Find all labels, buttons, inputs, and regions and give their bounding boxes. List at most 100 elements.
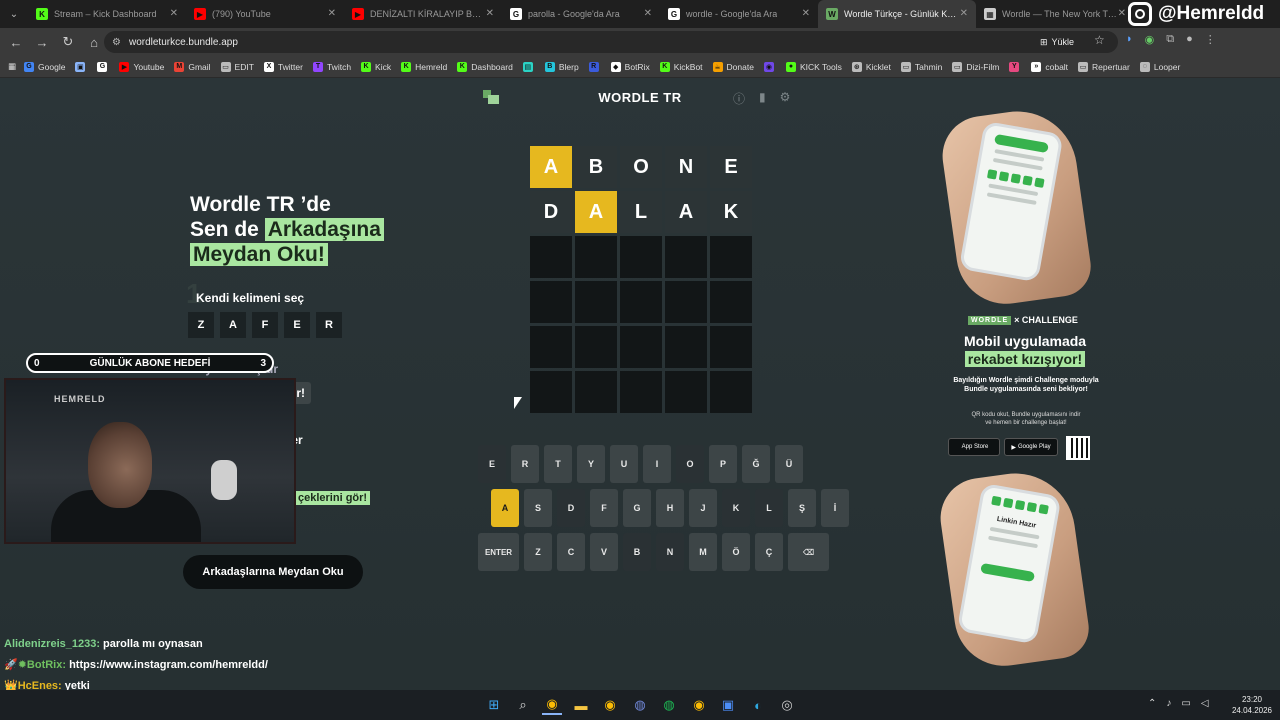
bookmark-item[interactable]: ☕ Donate xyxy=(712,61,754,72)
keyboard-key[interactable]: Ç xyxy=(755,533,783,571)
tab-close-icon[interactable]: ✕ xyxy=(1118,8,1126,19)
system-clock[interactable]: 23:20 24.04.2026 xyxy=(1224,694,1280,716)
search-icon[interactable]: ⌕ xyxy=(513,695,533,715)
extension-icon[interactable]: ◗ xyxy=(1126,33,1133,46)
file-explorer-icon[interactable]: ▬ xyxy=(571,695,591,715)
bookmark-item[interactable]: G xyxy=(97,61,111,72)
back-icon[interactable]: ← xyxy=(4,35,28,50)
keyboard-key[interactable]: I xyxy=(643,445,671,483)
challenge-friends-button[interactable]: Arkadaşlarına Meydan Oku xyxy=(183,555,363,589)
bookmark-item[interactable]: R xyxy=(588,61,603,72)
bookmark-item[interactable]: ▭ Tahmin xyxy=(900,61,942,72)
chrome-icon[interactable]: ◉ xyxy=(542,695,562,715)
keyboard-key[interactable]: Ğ xyxy=(742,445,770,483)
tab-close-icon[interactable]: ✕ xyxy=(644,8,652,19)
keyboard-key[interactable]: Ü xyxy=(775,445,803,483)
keyboard-key[interactable]: O xyxy=(676,445,704,483)
bookmark-item[interactable]: ▭ Dizi-Film xyxy=(952,61,999,72)
spotify-icon[interactable]: ◍ xyxy=(659,695,679,715)
app-icon[interactable]: ▣ xyxy=(718,695,738,715)
windows-start-icon[interactable]: ⊞ xyxy=(484,695,504,715)
volume-icon[interactable]: ◁ xyxy=(1201,698,1209,709)
info-icon[interactable]: ⓘ xyxy=(733,90,745,107)
tab-close-icon[interactable]: ✕ xyxy=(960,8,968,19)
microphone-icon[interactable]: ♪ xyxy=(1166,698,1171,709)
bookmark-item[interactable]: ◉ xyxy=(763,61,778,72)
bookmark-item[interactable]: K Kick xyxy=(361,61,391,72)
home-icon[interactable]: ⌂ xyxy=(82,35,106,50)
keyboard-key[interactable]: Y xyxy=(577,445,605,483)
reload-icon[interactable]: ↻ xyxy=(56,34,80,50)
browser-tab[interactable]: ▶ (790) YouTube ✕ xyxy=(186,0,344,28)
bookmark-item[interactable]: G Google xyxy=(24,61,65,72)
profile-avatar-icon[interactable]: ● xyxy=(1186,33,1193,46)
keyboard-key[interactable]: V xyxy=(590,533,618,571)
tab-close-icon[interactable]: ✕ xyxy=(486,8,494,19)
site-info-icon[interactable]: ⚙ xyxy=(112,37,121,48)
bookmark-item[interactable]: M Gmail xyxy=(174,61,211,72)
app-store-button[interactable]: App Store xyxy=(948,438,1000,456)
install-app-button[interactable]: ⊞ Yükle xyxy=(1040,31,1074,53)
bookmark-item[interactable]: Y xyxy=(1009,61,1023,72)
keyboard-key[interactable]: H xyxy=(656,489,684,527)
bookmark-item[interactable]: ● KICK Tools xyxy=(785,61,842,72)
chrome-icon[interactable]: ◉ xyxy=(689,695,709,715)
bookmark-item[interactable]: X Twitter xyxy=(263,61,303,72)
extension-icon[interactable]: ◉ xyxy=(1145,33,1155,46)
keyboard-key[interactable]: T xyxy=(544,445,572,483)
keyboard-key[interactable]: L xyxy=(755,489,783,527)
obs-icon[interactable]: ◎ xyxy=(777,695,797,715)
stats-chart-icon[interactable]: ▮ xyxy=(759,90,766,107)
discord-icon[interactable]: ◍ xyxy=(630,695,650,715)
edge-icon[interactable]: ◐ xyxy=(748,695,768,715)
keyboard-key[interactable]: D xyxy=(557,489,585,527)
keyboard-key[interactable]: Ş xyxy=(788,489,816,527)
bookmark-item[interactable]: » cobalt xyxy=(1031,61,1068,72)
keyboard-key[interactable]: S xyxy=(524,489,552,527)
wordle-logo-icon[interactable] xyxy=(483,90,499,104)
keyboard-key[interactable]: R xyxy=(511,445,539,483)
bookmark-item[interactable]: ▤ xyxy=(522,61,537,72)
keyboard-key[interactable]: P xyxy=(709,445,737,483)
keyboard-key[interactable]: F xyxy=(590,489,618,527)
bookmark-item[interactable]: K Dashboard xyxy=(457,61,513,72)
bookmark-item[interactable]: ⊛ Kicklet xyxy=(851,61,891,72)
settings-gear-icon[interactable]: ⚙ xyxy=(780,90,791,107)
keyboard-key[interactable]: A xyxy=(491,489,519,527)
keyboard-key[interactable]: M xyxy=(689,533,717,571)
bookmark-item[interactable]: ◆ BotRix xyxy=(610,61,650,72)
browser-tab[interactable]: W Wordle Türkçe - Günlük Kelime ✕ xyxy=(818,0,976,28)
bookmark-item[interactable]: K KickBot xyxy=(659,61,703,72)
browser-tab[interactable]: ▦ Wordle — The New York Times ✕ xyxy=(976,0,1134,28)
chrome-icon[interactable]: ◉ xyxy=(600,695,620,715)
backspace-key[interactable]: ⌫ xyxy=(788,533,829,571)
chevron-up-icon[interactable]: ⌃ xyxy=(1148,698,1156,709)
forward-icon[interactable]: → xyxy=(30,35,54,50)
browser-tab[interactable]: Gparolla - Google'da Ara ✕ xyxy=(502,0,660,28)
bookmark-item[interactable]: ◌ Looper xyxy=(1139,61,1180,72)
bookmark-item[interactable]: K Hemreld xyxy=(401,61,447,72)
keyboard-key[interactable]: K xyxy=(722,489,750,527)
keyboard-key[interactable]: U xyxy=(610,445,638,483)
keyboard-key[interactable]: C xyxy=(557,533,585,571)
keyboard-key[interactable]: E xyxy=(478,445,506,483)
keyboard-key[interactable]: İ xyxy=(821,489,849,527)
bookmark-item[interactable]: B Blerp xyxy=(544,61,579,72)
bookmark-item[interactable]: ▶ Youtube xyxy=(119,61,164,72)
bookmark-item[interactable]: T Twitch xyxy=(312,61,351,72)
browser-tab[interactable]: K Stream – Kick Dashboard ✕ xyxy=(28,0,186,28)
keyboard-key[interactable]: J xyxy=(689,489,717,527)
keyboard-key[interactable]: Ö xyxy=(722,533,750,571)
bookmark-item[interactable]: ▭ EDIT xyxy=(220,61,254,72)
tab-close-icon[interactable]: ✕ xyxy=(802,8,810,19)
bookmark-star-icon[interactable]: ☆ xyxy=(1094,33,1105,47)
apps-grid-icon[interactable]: ▦ xyxy=(8,61,16,72)
keyboard-key[interactable]: Z xyxy=(524,533,552,571)
google-play-button[interactable]: ▶ Google Play xyxy=(1004,438,1058,456)
extensions-puzzle-icon[interactable]: ⧉ xyxy=(1166,33,1174,46)
tab-search-chevron-icon[interactable]: ⌄ xyxy=(0,9,28,20)
keyboard-key[interactable]: N xyxy=(656,533,684,571)
browser-tab[interactable]: Gwordle - Google'da Ara ✕ xyxy=(660,0,818,28)
monitor-icon[interactable]: ▭ xyxy=(1181,698,1190,709)
keyboard-key[interactable]: B xyxy=(623,533,651,571)
